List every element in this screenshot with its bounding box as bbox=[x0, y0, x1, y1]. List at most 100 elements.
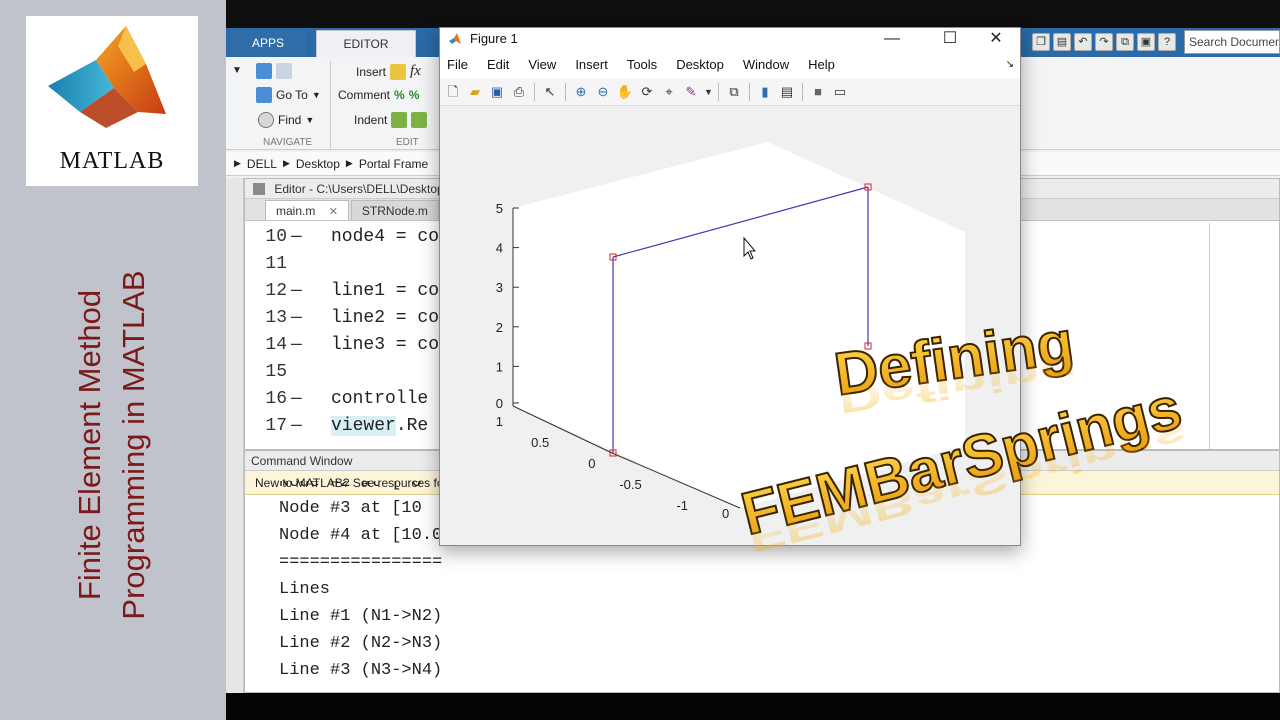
output-line: Lines bbox=[279, 580, 331, 599]
breakpoint-dash[interactable]: — bbox=[291, 227, 331, 247]
comment-button[interactable]: Comment % % bbox=[338, 88, 419, 102]
code-text: line3 = co bbox=[331, 334, 440, 355]
paste-icon[interactable]: ▤ bbox=[1053, 33, 1071, 51]
plot-area[interactable]: 0 1 2 3 4 5 1 0.5 0 -0.5 -1 0 bbox=[440, 106, 1020, 545]
help-icon[interactable]: ? bbox=[1158, 33, 1176, 51]
figure-title: Figure 1 bbox=[470, 31, 518, 46]
arrow-left-icon[interactable] bbox=[256, 63, 272, 79]
breakpoint-dash[interactable]: — bbox=[291, 416, 331, 436]
tab-editor[interactable]: EDITOR bbox=[316, 30, 416, 57]
redo-icon[interactable]: ↷ bbox=[1095, 33, 1113, 51]
output-line: ================ bbox=[279, 553, 443, 572]
search-documentation-input[interactable]: Search Documen bbox=[1184, 30, 1280, 54]
tab-apps[interactable]: APPS bbox=[230, 30, 306, 56]
print-icon[interactable]: ⎙ bbox=[510, 83, 528, 101]
data-cursor-icon[interactable]: ⌖ bbox=[660, 83, 678, 101]
matlab-figure-icon bbox=[449, 33, 461, 44]
tab-strnode-m-label: STRNode.m bbox=[361, 204, 428, 218]
pointer-icon[interactable]: ↖ bbox=[541, 83, 559, 101]
tab-strnode-m[interactable]: STRNode.m bbox=[350, 200, 439, 220]
link-plot-icon[interactable]: ⧉ bbox=[725, 83, 743, 101]
menu-file[interactable]: File bbox=[447, 57, 468, 72]
insert-label: Insert bbox=[356, 64, 387, 79]
code-text: .Re bbox=[395, 415, 429, 436]
show-plot-tools-icon[interactable]: ▭ bbox=[831, 83, 849, 101]
brush-dropdown-icon[interactable]: ▼ bbox=[704, 83, 713, 101]
breadcrumb-dell[interactable]: DELL bbox=[247, 157, 277, 171]
layout-icon[interactable]: ▣ bbox=[1137, 33, 1155, 51]
arrow-right-icon[interactable] bbox=[276, 63, 292, 79]
breadcrumb-desktop[interactable]: Desktop bbox=[296, 157, 340, 171]
fx-icon[interactable]: fx bbox=[410, 63, 421, 80]
save-icon[interactable]: ▣ bbox=[488, 83, 506, 101]
ribbon-dropdown-arrow[interactable]: ▼ bbox=[232, 65, 242, 76]
figure-titlebar[interactable]: Figure 1 — ☐ ✕ bbox=[440, 28, 1020, 50]
tab-main-m[interactable]: main.m ✕ bbox=[265, 200, 349, 220]
indent-button[interactable]: Indent bbox=[354, 112, 428, 128]
maximize-icon[interactable]: ☐ bbox=[930, 29, 970, 49]
breakpoint-dash[interactable]: — bbox=[291, 308, 331, 328]
legend-icon[interactable]: ▤ bbox=[778, 83, 796, 101]
menu-desktop[interactable]: Desktop bbox=[676, 57, 724, 72]
y-tick-label: -1 bbox=[676, 498, 688, 513]
line-number: 13 bbox=[265, 307, 287, 328]
close-icon[interactable]: ✕ bbox=[329, 206, 338, 218]
z-tick-label: 0 bbox=[496, 396, 503, 411]
code-text-highlighted: viewer bbox=[331, 415, 396, 436]
x-tick-label: 0 bbox=[722, 506, 729, 521]
zoom-out-icon[interactable]: ⊖ bbox=[594, 83, 612, 101]
percent-alt-icon: % bbox=[408, 88, 420, 102]
navigate-section-label: NAVIGATE bbox=[263, 137, 313, 148]
insert-icon bbox=[390, 63, 407, 80]
dock-arrow-icon[interactable]: ↘ bbox=[1006, 59, 1014, 70]
menu-window[interactable]: Window bbox=[743, 57, 789, 72]
pan-hand-icon[interactable]: ✋ bbox=[616, 83, 634, 101]
find-button[interactable]: Find ▼ bbox=[258, 112, 314, 128]
video-title: Finite Element Method Programming in MAT… bbox=[68, 270, 156, 619]
colorbar-icon[interactable]: ▮ bbox=[756, 83, 774, 101]
axes-3d[interactable]: 0 1 2 3 4 5 1 0.5 0 -0.5 -1 0 bbox=[440, 106, 1020, 545]
breakpoint-dash[interactable]: — bbox=[291, 389, 331, 409]
line-number: 14 bbox=[265, 334, 287, 355]
minimize-icon[interactable]: — bbox=[872, 29, 912, 49]
goto-button[interactable]: Go To ▼ bbox=[256, 87, 321, 103]
insert-button[interactable]: Insert fx bbox=[356, 63, 421, 80]
line-number: 11 bbox=[265, 253, 287, 274]
hide-plot-tools-icon[interactable]: ■ bbox=[809, 83, 827, 101]
menu-view[interactable]: View bbox=[528, 57, 556, 72]
goto-label: Go To bbox=[276, 88, 308, 102]
menu-edit[interactable]: Edit bbox=[487, 57, 509, 72]
indent-alt-icon bbox=[411, 112, 428, 128]
magnifier-icon bbox=[258, 112, 274, 128]
toolbar-separator bbox=[534, 82, 535, 101]
code-text: line2 = co bbox=[331, 307, 440, 328]
rotate-3d-icon[interactable]: ⟳ bbox=[638, 83, 656, 101]
output-line: Line #1 (N1->N2) bbox=[279, 607, 443, 626]
copy-icon[interactable]: ❐ bbox=[1032, 33, 1050, 51]
y-tick-label: -0.5 bbox=[619, 477, 641, 492]
zoom-in-icon[interactable]: ⊕ bbox=[572, 83, 590, 101]
percent-icon: % bbox=[394, 88, 405, 102]
menu-tools[interactable]: Tools bbox=[627, 57, 657, 72]
comment-label: Comment bbox=[338, 88, 391, 102]
z-tick-label: 5 bbox=[496, 201, 503, 216]
brush-icon[interactable]: ✎ bbox=[682, 83, 700, 101]
switch-windows-icon[interactable]: ⧉ bbox=[1116, 33, 1134, 51]
breakpoint-dash[interactable]: — bbox=[291, 281, 331, 301]
toolbar-separator bbox=[749, 82, 750, 101]
new-figure-icon[interactable]: 🗋 bbox=[444, 83, 462, 101]
open-folder-icon[interactable]: ▰ bbox=[466, 83, 484, 101]
z-tick-label: 1 bbox=[496, 359, 503, 374]
undo-icon[interactable]: ↶ bbox=[1074, 33, 1092, 51]
back-forward-group[interactable] bbox=[256, 63, 292, 79]
indent-icon bbox=[391, 112, 408, 128]
axes-background bbox=[513, 142, 965, 508]
breadcrumb-portal-frame[interactable]: Portal Frame bbox=[359, 157, 428, 171]
line-number: 12 bbox=[265, 280, 287, 301]
menu-help[interactable]: Help bbox=[808, 57, 835, 72]
menu-insert[interactable]: Insert bbox=[575, 57, 608, 72]
code-text: node4 = co bbox=[331, 226, 440, 247]
y-tick-label: 0 bbox=[588, 456, 595, 471]
close-icon[interactable]: ✕ bbox=[976, 29, 1016, 49]
breakpoint-dash[interactable]: — bbox=[291, 335, 331, 355]
